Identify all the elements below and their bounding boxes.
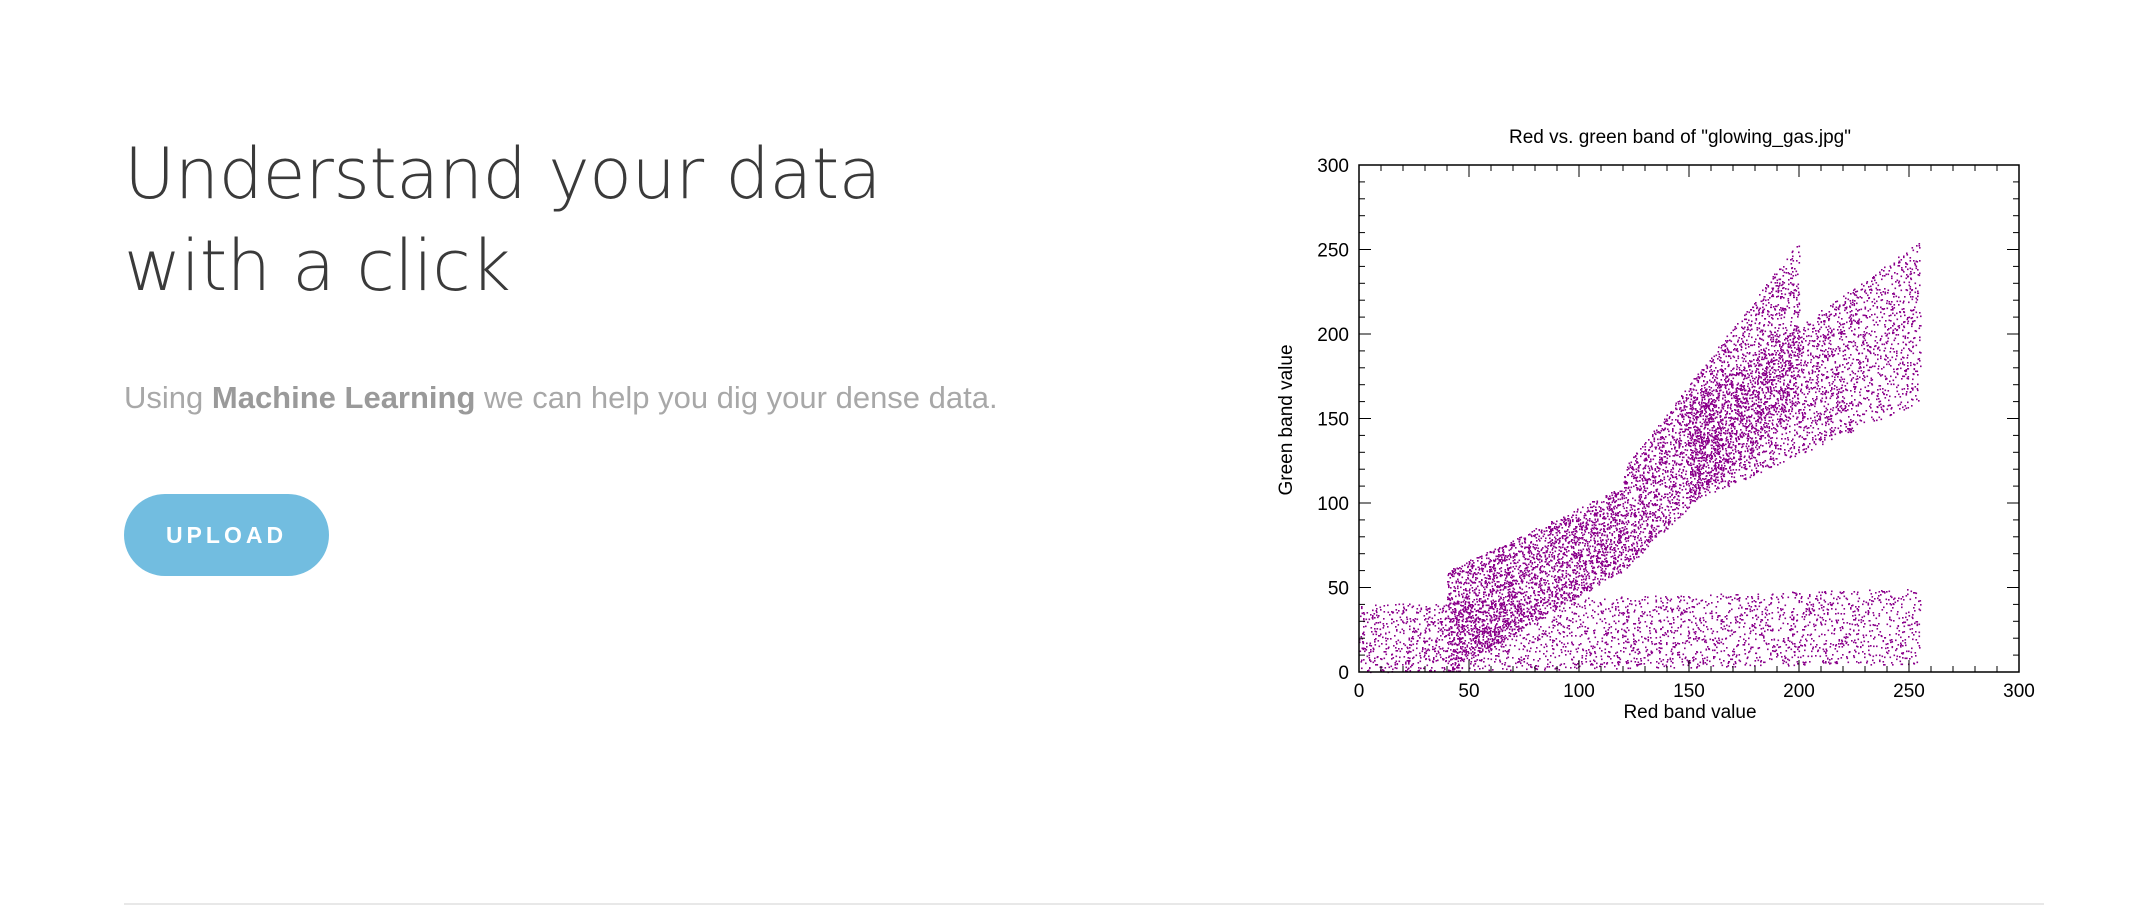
hero-subtitle-suffix: we can help you dig your dense data. — [475, 380, 998, 415]
x-tick-label: 150 — [1673, 681, 1705, 702]
hero-subtitle: Using Machine Learning we can help you d… — [124, 378, 1104, 418]
chart-title: Red vs. green band of "glowing_gas.jpg" — [1509, 127, 1851, 148]
x-tick-label: 250 — [1893, 681, 1925, 702]
upload-button[interactable]: UPLOAD — [124, 494, 329, 576]
plot-frame — [1358, 164, 2020, 673]
hero-title: Understand your data with a click — [124, 133, 882, 307]
scatter-points — [1359, 243, 1922, 674]
scatter-point-cloud — [1359, 243, 1922, 674]
scatter-plot: Red vs. green band of "glowing_gas.jpg" … — [1270, 110, 2050, 750]
hero-subtitle-prefix: Using — [124, 380, 212, 415]
y-tick-label: 50 — [1328, 579, 1349, 600]
y-tick-label: 150 — [1317, 410, 1349, 431]
divider — [124, 903, 2044, 905]
y-tick-label: 200 — [1317, 325, 1349, 346]
y-axis-label: Green band value — [1276, 344, 1297, 495]
y-tick-label: 300 — [1317, 156, 1349, 177]
hero-section: Understand your data with a click Using … — [124, 128, 1104, 418]
hero-subtitle-bold: Machine Learning — [211, 380, 476, 415]
x-tick-label: 200 — [1783, 681, 1815, 702]
x-axis-label: Red band value — [1623, 702, 1756, 723]
x-tick-label: 0 — [1354, 681, 1365, 702]
y-tick-label: 100 — [1317, 494, 1349, 515]
x-tick-label: 300 — [2003, 681, 2035, 702]
scatter-plot-svg: Red vs. green band of "glowing_gas.jpg" … — [1276, 127, 2035, 723]
y-tick-label: 0 — [1338, 663, 1349, 684]
x-tick-label: 50 — [1458, 681, 1479, 702]
y-tick-label: 250 — [1317, 241, 1349, 262]
x-tick-label: 100 — [1563, 681, 1595, 702]
